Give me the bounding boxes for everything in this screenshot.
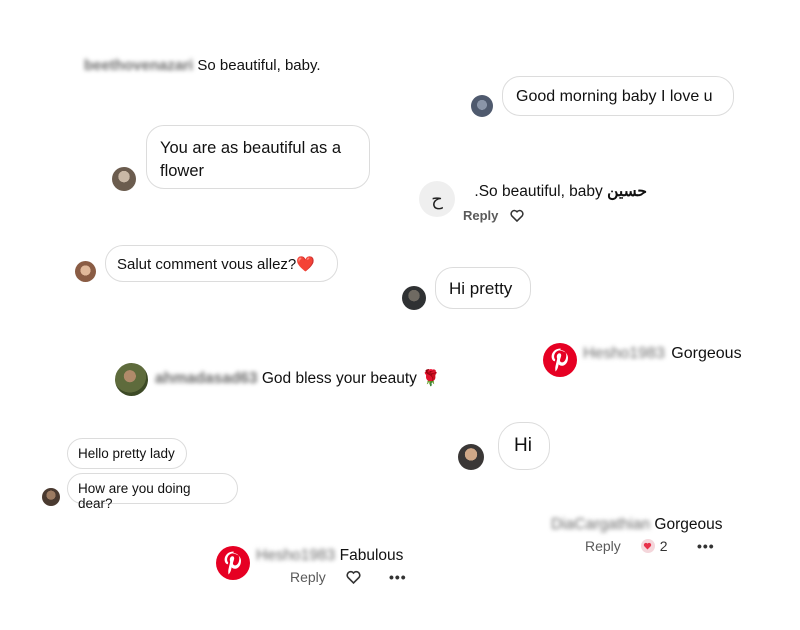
more-dots-icon[interactable]: •••	[697, 538, 715, 554]
comment-text: Fabulous	[339, 547, 404, 564]
message-bubble: Hello pretty lady	[67, 438, 187, 469]
avatar-letter[interactable]: ح	[419, 181, 455, 217]
heart-filled-icon	[644, 542, 652, 550]
message-text: Salut comment vous allez?❤️	[117, 256, 315, 273]
message-text: Hi pretty	[449, 279, 513, 298]
comment-actions: Reply 2	[585, 538, 668, 554]
avatar[interactable]	[402, 286, 426, 310]
avatar[interactable]	[75, 261, 96, 282]
username[interactable]: حسين	[607, 183, 647, 200]
comment-text: Gorgeous	[671, 345, 742, 362]
pinterest-logo-icon[interactable]	[216, 546, 250, 580]
message-bubble: You are as beautiful as a flower	[146, 125, 370, 189]
reply-button[interactable]: Reply	[585, 538, 621, 554]
username[interactable]: ahmadasad63	[155, 370, 258, 387]
comment-4: حسين So beautiful, baby.	[463, 182, 647, 201]
message-bubble: Good morning baby I love u	[502, 76, 734, 116]
like-count: 2	[659, 538, 668, 554]
username[interactable]: Hesho1983	[583, 345, 665, 362]
username[interactable]: beethovenazari	[84, 57, 193, 74]
comment-actions: Reply	[290, 569, 361, 585]
reply-button[interactable]: Reply	[463, 208, 498, 223]
comment-8: ahmadasad63 God bless your beauty 🌹	[155, 369, 441, 388]
comment-11: DiaCargathian Gorgeous	[551, 516, 722, 534]
comment-actions: Reply	[463, 208, 524, 223]
avatar[interactable]	[471, 95, 493, 117]
heart-outline-icon[interactable]	[346, 570, 361, 584]
message-bubble: Salut comment vous allez?❤️	[105, 245, 338, 282]
message-text: How are you doing dear?	[78, 481, 191, 511]
message-bubble: How are you doing dear?	[67, 473, 238, 511]
comment-text: Gorgeous	[654, 516, 723, 533]
reply-button[interactable]: Reply	[290, 569, 326, 585]
heart-outline-icon[interactable]	[510, 209, 524, 222]
message-text: Hello pretty lady	[78, 446, 175, 461]
more-dots-icon[interactable]: •••	[389, 569, 407, 585]
avatar-initial: ح	[431, 188, 443, 209]
message-bubble: Hi	[498, 422, 550, 470]
avatar[interactable]	[458, 444, 484, 470]
like-badge[interactable]	[640, 539, 655, 553]
comment-7: Hesho1983 Gorgeous	[583, 345, 742, 363]
comment-text: So beautiful, baby.	[197, 57, 321, 74]
comment-1: beethovenazari So beautiful, baby.	[84, 57, 321, 74]
avatar[interactable]	[42, 488, 60, 506]
message-text: Good morning baby I love u	[516, 88, 713, 105]
comment-text: So beautiful, baby.	[474, 183, 603, 200]
message-text: You are as beautiful as a flower	[160, 139, 342, 180]
avatar[interactable]	[115, 363, 148, 396]
message-bubble: Hi pretty	[435, 267, 531, 309]
username[interactable]: Hesho1983	[256, 547, 335, 564]
message-text: Hi	[514, 435, 532, 456]
comment-text: God bless your beauty 🌹	[261, 370, 441, 387]
pinterest-logo-icon[interactable]	[543, 343, 577, 377]
avatar[interactable]	[112, 167, 136, 191]
username[interactable]: DiaCargathian	[551, 516, 650, 533]
comment-12: Hesho1983 Fabulous	[256, 547, 403, 565]
